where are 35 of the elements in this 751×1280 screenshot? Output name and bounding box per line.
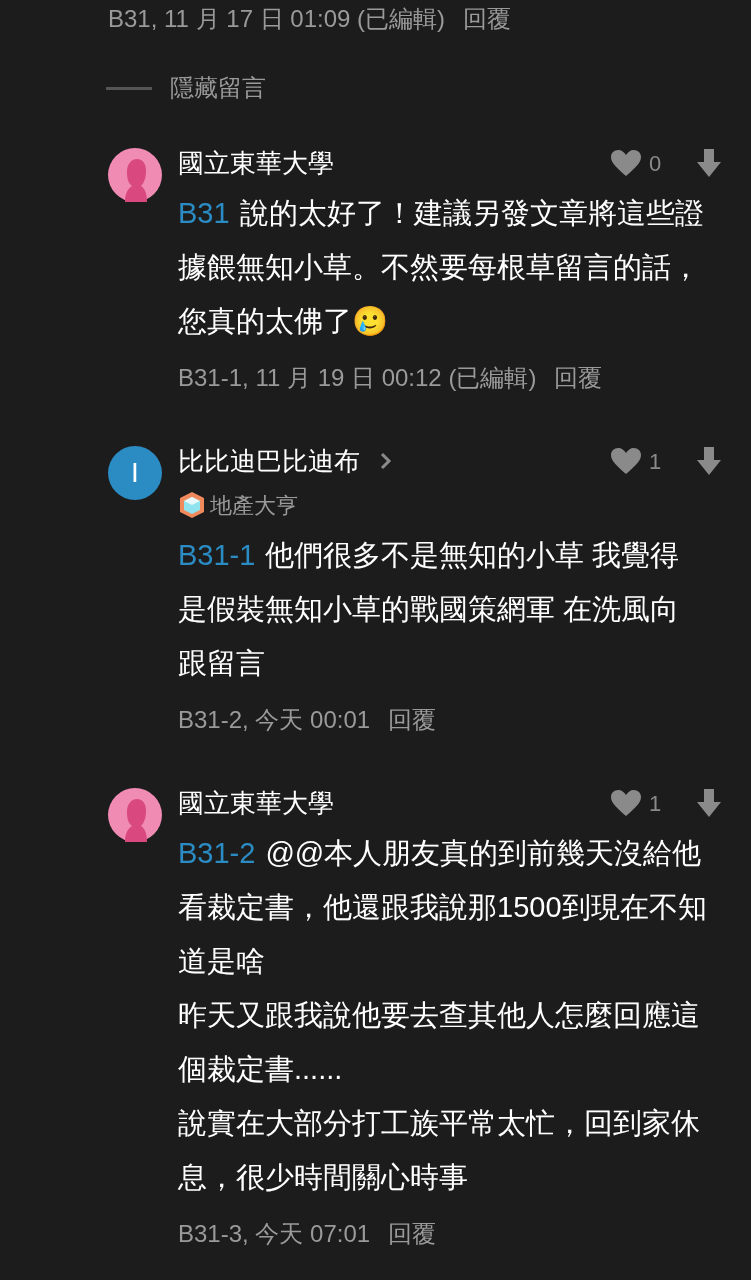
like-count: 0 (649, 149, 663, 178)
username[interactable]: 國立東華大學 (178, 783, 334, 823)
down-arrow-icon[interactable] (697, 149, 721, 177)
cube-icon (178, 491, 206, 519)
comment-text: B31-1 他們很多不是無知的小草 我覺得是假裝無知小草的戰國策網軍 在洗風向跟留言 (178, 538, 681, 681)
heart-icon[interactable] (611, 448, 641, 474)
heart-icon[interactable] (611, 790, 641, 816)
comment-meta: B31-1, 11 月 19 日 00:12 (已編輯) (178, 363, 537, 393)
username[interactable]: 比比迪巴比迪布 (178, 441, 360, 481)
comment-text: 說實在大部分打工族平常太忙，回到家休息，很少時間關心時事 (178, 1106, 701, 1195)
mention-link[interactable]: B31-1 (178, 539, 256, 571)
chevron-right-icon[interactable] (380, 452, 392, 470)
avatar-icon (108, 788, 162, 842)
reply-link[interactable]: 回覆 (554, 360, 603, 396)
comment-text: B31 說的太好了！建議另發文章將這些證據餵無知小草。不然要每根草留言的話，您真的太佛了🥲 (178, 196, 705, 339)
mention-link[interactable]: B31 (178, 197, 230, 229)
reply-link[interactable]: 回覆 (388, 702, 437, 738)
reply-link[interactable]: 回覆 (463, 1, 512, 37)
down-arrow-icon[interactable] (697, 789, 721, 817)
like-count: 1 (649, 447, 663, 476)
comment-meta: B31, 11 月 17 日 01:09 (已編輯) (108, 4, 446, 34)
comment-text: 昨天又跟我說他要去查其他人怎麼回應這個裁定書...... (178, 998, 701, 1087)
reply-link[interactable]: 回覆 (388, 1216, 437, 1252)
mention-link[interactable]: B31-2 (178, 837, 256, 869)
avatar: I (108, 446, 162, 500)
like-count: 1 (649, 789, 663, 818)
down-arrow-icon[interactable] (697, 447, 721, 475)
heart-icon[interactable] (611, 150, 641, 176)
comment-meta: B31-3, 今天 07:01 (178, 1219, 371, 1249)
avatar-icon (108, 148, 162, 202)
hide-comments-toggle[interactable]: 隱藏留言 (170, 70, 266, 106)
username[interactable]: 國立東華大學 (178, 143, 334, 183)
badge-label: 地產大亨 (210, 491, 298, 520)
comment-text: B31-2 @@本人朋友真的到前幾天沒給他看裁定書，他還跟我說那1500到現在不知道是啥 (178, 836, 708, 979)
comment-meta: B31-2, 今天 00:01 (178, 705, 371, 735)
